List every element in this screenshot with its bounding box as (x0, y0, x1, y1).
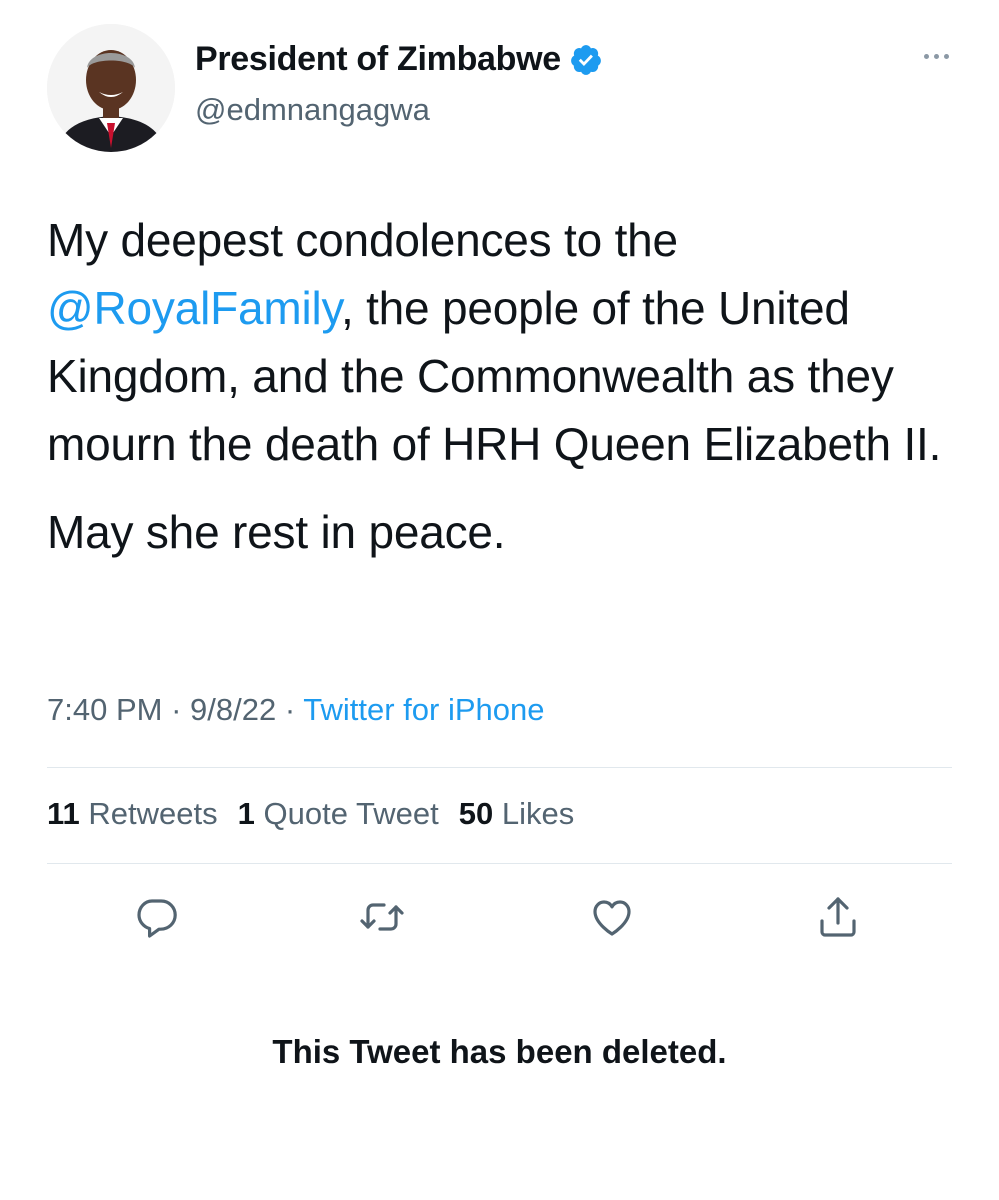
likes-count: 50 (458, 796, 494, 831)
tweet-meta: 7:40 PM · 9/8/22 · Twitter for iPhone (47, 692, 544, 728)
more-dot (924, 54, 929, 59)
like-icon[interactable] (588, 893, 636, 941)
avatar[interactable] (47, 24, 175, 152)
retweets-stat[interactable]: 11 Retweets (47, 796, 218, 832)
reply-icon[interactable] (133, 893, 181, 941)
divider (47, 767, 952, 768)
display-name[interactable]: President of Zimbabwe (195, 40, 561, 79)
share-icon[interactable] (814, 893, 862, 941)
author-handle[interactable]: @edmnangagwa (195, 92, 430, 128)
quote-tweets-stat[interactable]: 1 Quote Tweet (238, 796, 439, 832)
tweet-source-link[interactable]: Twitter for iPhone (303, 692, 544, 727)
retweet-icon[interactable] (358, 893, 406, 941)
deleted-notice: This Tweet has been deleted. (272, 1033, 727, 1070)
quotes-label: Quote Tweet (263, 796, 439, 831)
likes-label: Likes (501, 796, 575, 831)
tweet-paragraph-2: May she rest in peace. (47, 506, 506, 558)
meta-separator: · (171, 692, 182, 727)
tweet-time[interactable]: 7:40 PM (47, 692, 162, 727)
more-dot (944, 54, 949, 59)
retweets-label: Retweets (88, 796, 218, 831)
tweet-text: My deepest condolences to the @RoyalFamil… (47, 206, 967, 566)
more-options-icon[interactable] (924, 54, 949, 59)
mention-link[interactable]: @RoyalFamily (47, 282, 341, 334)
divider (47, 863, 952, 864)
action-bar (0, 893, 999, 943)
tweet-date[interactable]: 9/8/22 (190, 692, 276, 727)
meta-separator: · (284, 692, 296, 727)
tweet-paragraph-1: My deepest condolences to the @RoyalFamil… (47, 206, 967, 478)
author-name-row[interactable]: President of Zimbabwe (195, 40, 603, 79)
likes-stat[interactable]: 50 Likes (459, 796, 574, 832)
more-dot (934, 54, 939, 59)
quotes-count: 1 (237, 796, 255, 831)
retweets-count: 11 (47, 796, 80, 831)
verified-badge-icon (569, 43, 603, 77)
tweet-line-1: My deepest condolences to the (47, 214, 678, 266)
profile-photo-icon (47, 24, 175, 152)
engagement-stats: 11 Retweets 1 Quote Tweet 50 Likes (47, 796, 574, 832)
